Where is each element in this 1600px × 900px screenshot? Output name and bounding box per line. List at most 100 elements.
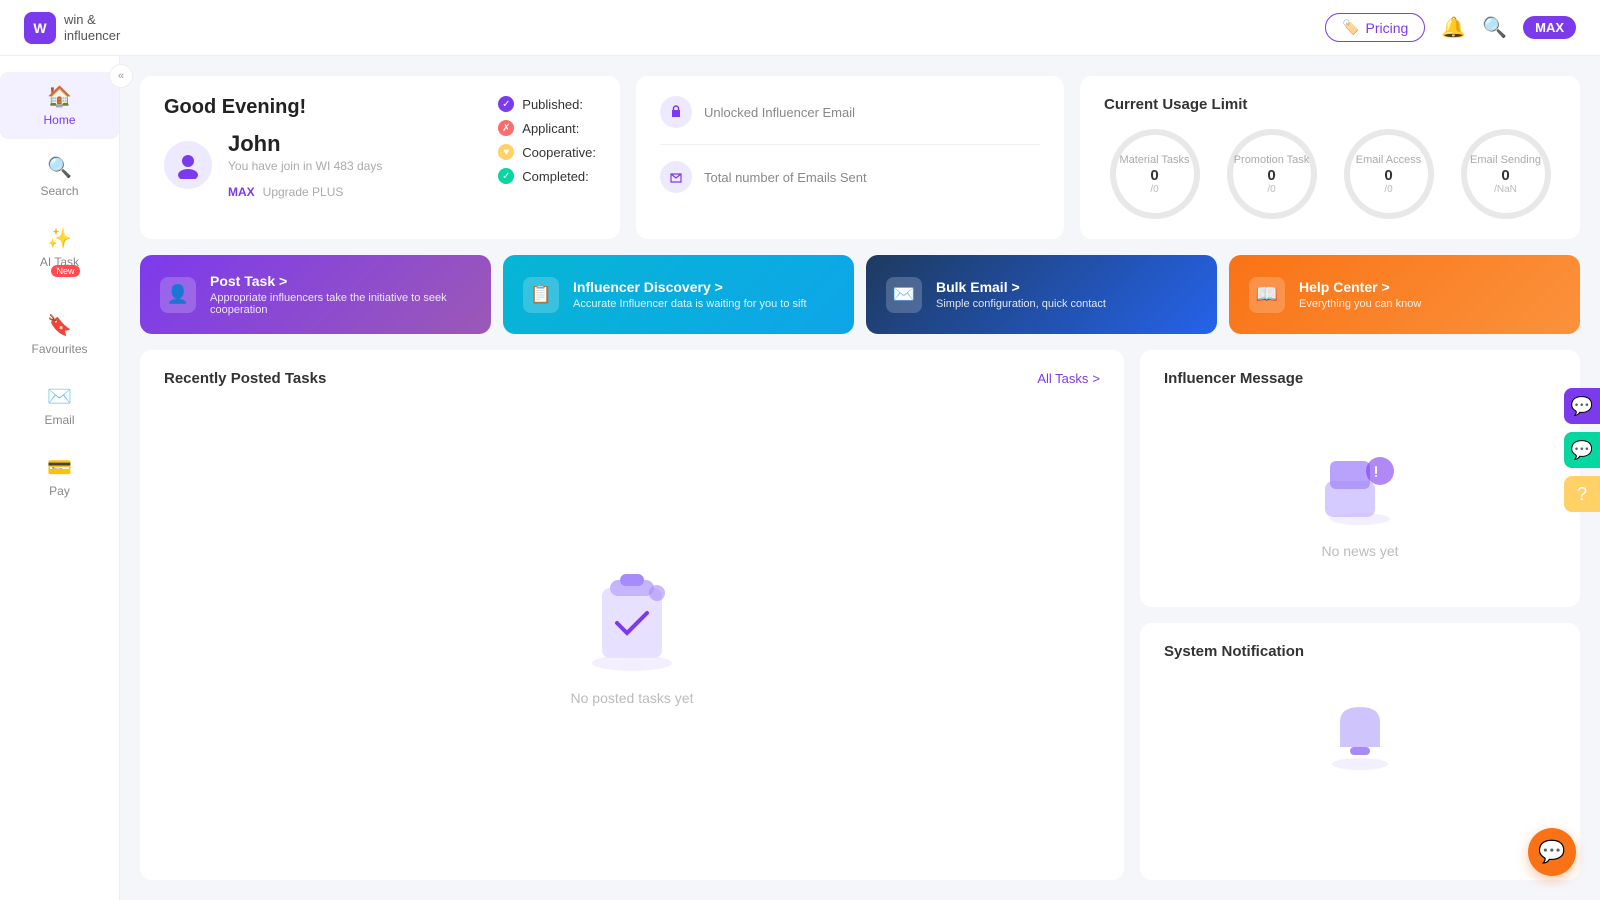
post-task-title: Post Task > [210, 273, 471, 289]
layout: « 🏠 Home 🔍 Search ✨ AI Task New 🔖 Favour… [0, 56, 1600, 900]
all-tasks-arrow: > [1092, 371, 1100, 386]
stat-completed: ✓ Completed: [498, 168, 596, 184]
material-tasks-subval: /0 [1150, 184, 1158, 195]
sidebar-item-label: Email [44, 413, 74, 427]
upgrade-info: MAX Upgrade PLUS [228, 185, 382, 199]
usage-circles: Material Tasks 0 /0 Promotion Task 0 /0 [1104, 129, 1556, 219]
email-card: Unlocked Influencer Email Total number o… [636, 76, 1064, 239]
published-label: Published: [522, 97, 583, 112]
material-tasks-circle: Material Tasks 0 /0 [1110, 129, 1200, 219]
user-sub: You have join in WI 483 days [228, 159, 382, 173]
email-sending-label: Email Sending [1470, 153, 1541, 167]
email-sending-circle: Email Sending 0 /NaN [1461, 129, 1551, 219]
sidebar-item-label: Favourites [31, 342, 87, 356]
promotion-task-label: Promotion Task [1234, 153, 1310, 167]
notification-title: System Notification [1164, 643, 1304, 660]
usage-card: Current Usage Limit Material Tasks 0 /0 … [1080, 76, 1580, 239]
logo: W win & influencer [24, 12, 120, 44]
main-content: Good Evening! John You have join in WI 4… [120, 56, 1600, 900]
published-dot: ✓ [498, 96, 514, 112]
bottom-section: Recently Posted Tasks All Tasks > [140, 350, 1580, 880]
upgrade-action[interactable]: Upgrade PLUS [263, 185, 344, 199]
pricing-icon: 🏷️ [1342, 19, 1359, 36]
notification-illustration [1320, 692, 1400, 772]
float-chat-button[interactable]: 💬 [1564, 388, 1600, 424]
sidebar-item-label: Pay [49, 484, 70, 498]
influencer-discovery-title: Influencer Discovery > [573, 279, 807, 295]
user-name: John [228, 131, 382, 157]
tasks-panel-header: Recently Posted Tasks All Tasks > [164, 370, 1100, 387]
material-tasks-value: 0 [1150, 167, 1158, 184]
applicant-label: Applicant: [522, 121, 579, 136]
message-empty-text: No news yet [1321, 543, 1398, 559]
promotion-task-circle: Promotion Task 0 /0 [1227, 129, 1317, 219]
influencer-message-panel: Influencer Message No news yet [1140, 350, 1580, 607]
email-sending-subval: /NaN [1494, 184, 1517, 195]
sidebar-item-search[interactable]: 🔍 Search [0, 143, 119, 210]
notification-header: System Notification [1164, 643, 1556, 660]
float-help-button[interactable]: ? [1564, 476, 1600, 512]
notification-bell-icon[interactable]: 🔔 [1441, 15, 1466, 40]
post-task-sub: Appropriate influencers take the initiat… [210, 292, 471, 316]
pricing-button[interactable]: 🏷️ Pricing [1325, 13, 1425, 42]
cooperative-dot: ♥ [498, 144, 514, 160]
system-notification-panel: System Notification [1140, 623, 1580, 880]
welcome-section: Good Evening! John You have join in WI 4… [140, 76, 1580, 239]
tasks-panel: Recently Posted Tasks All Tasks > [140, 350, 1124, 880]
stats-column: ✓ Published: ✗ Applicant: ♥ Cooperative:… [498, 96, 596, 184]
help-center-icon: 📖 [1249, 277, 1285, 313]
sidebar-item-label: Home [43, 113, 75, 127]
sidebar-item-ai-task[interactable]: ✨ AI Task New [0, 214, 119, 297]
search-icon[interactable]: 🔍 [1482, 15, 1507, 40]
float-actions: 💬 💬 ? [1564, 388, 1600, 512]
action-cards: 👤 Post Task > Appropriate influencers ta… [140, 255, 1580, 334]
right-panels: Influencer Message No news yet [1140, 350, 1580, 880]
stat-cooperative: ♥ Cooperative: [498, 144, 596, 160]
bulk-email-card[interactable]: ✉️ Bulk Email > Simple configuration, qu… [866, 255, 1217, 334]
email-icon: ✉️ [47, 384, 72, 409]
favourites-icon: 🔖 [47, 313, 72, 338]
usage-material-tasks: Material Tasks 0 /0 [1110, 129, 1200, 219]
sidebar-item-home[interactable]: 🏠 Home [0, 72, 119, 139]
tasks-panel-title: Recently Posted Tasks [164, 370, 326, 387]
user-badge[interactable]: MAX [1523, 16, 1576, 39]
email-access-label: Email Access [1356, 153, 1421, 167]
influencer-message-title: Influencer Message [1164, 370, 1303, 387]
sidebar: « 🏠 Home 🔍 Search ✨ AI Task New 🔖 Favour… [0, 56, 120, 900]
stat-published: ✓ Published: [498, 96, 596, 112]
sidebar-item-favourites[interactable]: 🔖 Favourites [0, 301, 119, 368]
float-chat-bubble[interactable]: 💬 [1528, 828, 1576, 876]
empty-message-illustration [1310, 431, 1410, 531]
greeting-text: Good Evening! [164, 96, 474, 119]
tasks-empty-state: No posted tasks yet [164, 403, 1100, 860]
user-avatar [164, 141, 212, 189]
pay-icon: 💳 [47, 455, 72, 480]
email-sending-value: 0 [1501, 167, 1509, 184]
logo-icon: W [24, 12, 56, 44]
email-row-1: Unlocked Influencer Email [660, 96, 1040, 128]
help-center-card[interactable]: 📖 Help Center > Everything you can know [1229, 255, 1580, 334]
sidebar-item-pay[interactable]: 💳 Pay [0, 443, 119, 510]
bulk-email-icon: ✉️ [886, 277, 922, 313]
top-nav: W win & influencer 🏷️ Pricing 🔔 🔍 MAX [0, 0, 1600, 56]
post-task-card[interactable]: 👤 Post Task > Appropriate influencers ta… [140, 255, 491, 334]
float-wechat-button[interactable]: 💬 [1564, 432, 1600, 468]
welcome-card: Good Evening! John You have join in WI 4… [140, 76, 620, 239]
promotion-task-value: 0 [1267, 167, 1275, 184]
influencer-message-header: Influencer Message [1164, 370, 1556, 387]
email-access-circle: Email Access 0 /0 [1344, 129, 1434, 219]
email-row-2: Total number of Emails Sent [660, 161, 1040, 193]
help-center-sub: Everything you can know [1299, 298, 1421, 310]
all-tasks-link[interactable]: All Tasks > [1037, 371, 1100, 386]
logo-text: win & influencer [64, 12, 120, 43]
email-access-subval: /0 [1384, 184, 1392, 195]
usage-email-sending: Email Sending 0 /NaN [1461, 129, 1551, 219]
sidebar-collapse-button[interactable]: « [109, 64, 133, 88]
usage-promotion-task: Promotion Task 0 /0 [1227, 129, 1317, 219]
upgrade-label: MAX [228, 185, 255, 199]
bulk-email-sub: Simple configuration, quick contact [936, 298, 1106, 310]
unlock-email-icon [660, 96, 692, 128]
sidebar-item-label: Search [40, 184, 78, 198]
influencer-discovery-card[interactable]: 📋 Influencer Discovery > Accurate Influe… [503, 255, 854, 334]
sidebar-item-email[interactable]: ✉️ Email [0, 372, 119, 439]
